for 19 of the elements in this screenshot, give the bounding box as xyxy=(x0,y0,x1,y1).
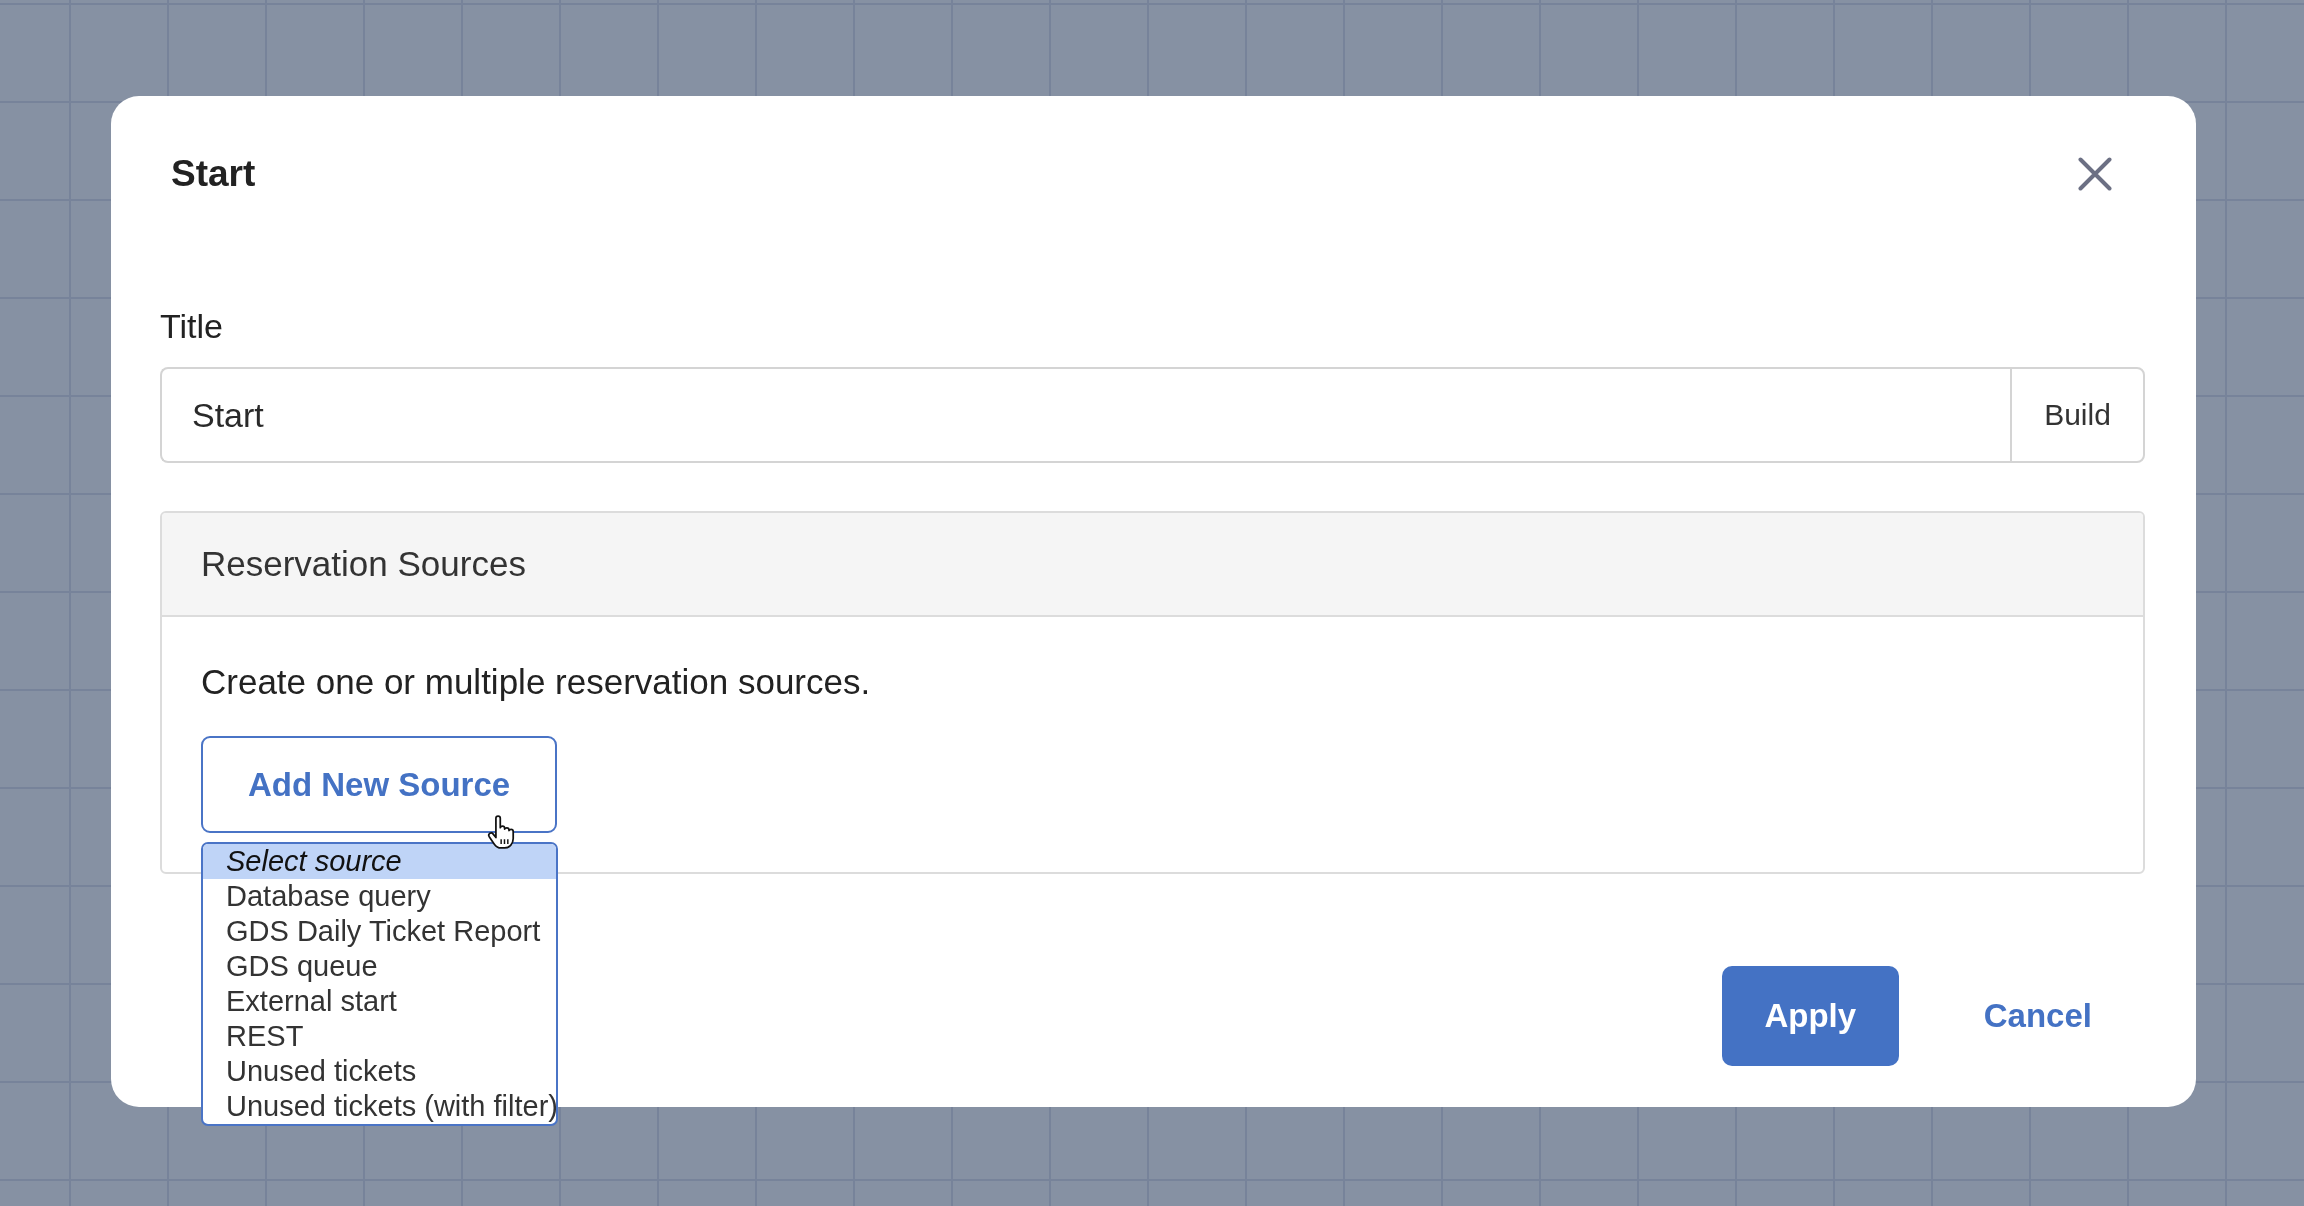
dropdown-option[interactable]: Select source xyxy=(203,844,556,879)
dropdown-option[interactable]: GDS Daily Ticket Report xyxy=(203,914,556,949)
panel-title: Reservation Sources xyxy=(201,543,526,585)
title-input[interactable]: Start xyxy=(160,367,2010,463)
primary-button[interactable]: Apply xyxy=(1721,966,1899,1066)
panel-description: Create one or multiple reservation sources. xyxy=(201,661,871,703)
dropdown-option[interactable]: Unused tickets xyxy=(203,1054,556,1089)
field-label: Title xyxy=(160,306,223,347)
dropdown-option[interactable]: Unused tickets (with filter) xyxy=(203,1089,556,1124)
dialog-title: Start xyxy=(171,152,256,196)
dropdown-option[interactable]: Database query xyxy=(203,879,556,914)
dropdown-option[interactable]: External start xyxy=(203,984,556,1019)
dropdown-option[interactable]: GDS queue xyxy=(203,949,556,984)
dropdown-option[interactable]: REST xyxy=(203,1019,556,1054)
build-button[interactable]: Build xyxy=(2010,367,2145,463)
close-icon xyxy=(2078,157,2112,191)
add-source-button[interactable]: Add New Source xyxy=(201,736,557,833)
text-button[interactable]: Cancel xyxy=(1979,993,2096,1039)
close-button[interactable] xyxy=(2076,155,2114,193)
